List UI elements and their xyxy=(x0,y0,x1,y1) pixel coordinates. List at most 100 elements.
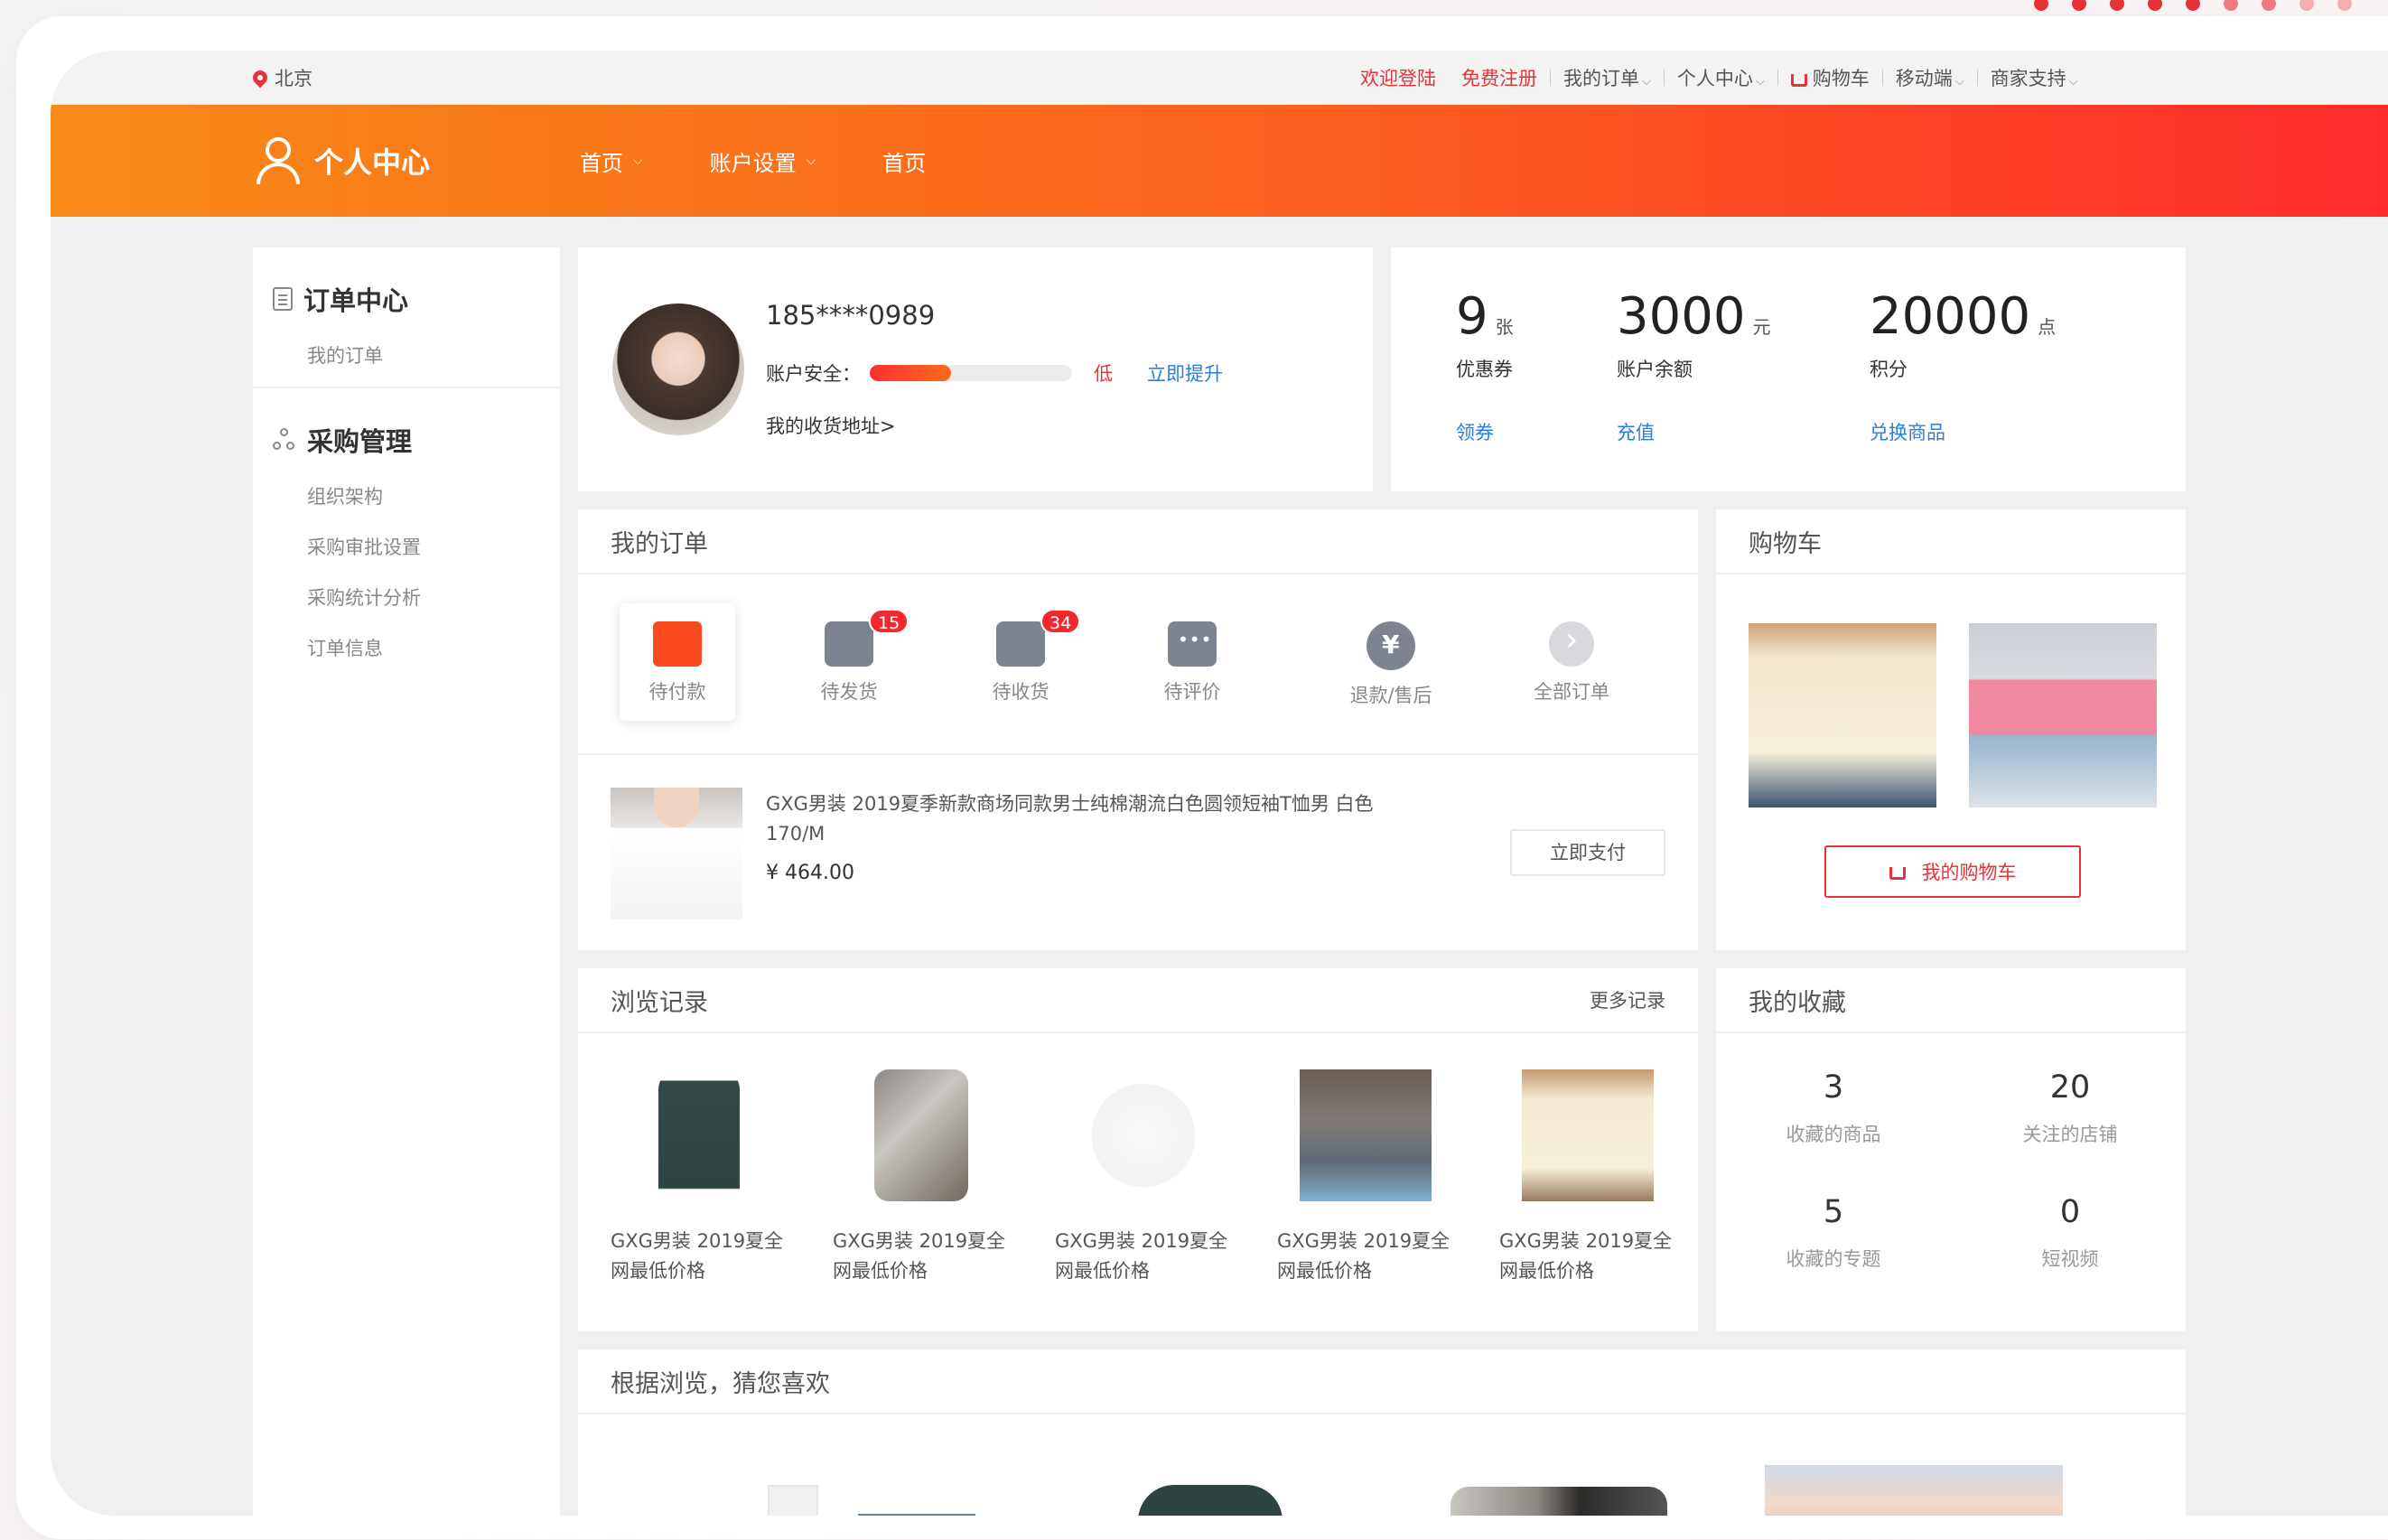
nav-home-2[interactable]: 首页 xyxy=(882,145,926,177)
fav-stores[interactable]: 20 关注的店铺 xyxy=(1980,1069,2160,1147)
recommend-product-image[interactable] xyxy=(1765,1465,2063,1516)
coupon-unit: 张 xyxy=(1495,316,1514,338)
my-cart-button[interactable]: 我的购物车 xyxy=(1824,845,2081,898)
coupon-label: 优惠券 xyxy=(1456,359,1513,380)
refund-icon xyxy=(1367,621,1415,670)
badge-count: 34 xyxy=(1040,609,1081,634)
orders-title: 我的订单 xyxy=(611,529,708,558)
recommend-product-image[interactable] xyxy=(768,1485,818,1516)
cart-title: 购物车 xyxy=(1749,529,1822,558)
product-image xyxy=(1522,1069,1654,1201)
recharge-link[interactable]: 充值 xyxy=(1617,418,1771,445)
browse-item[interactable]: GXG男装 2019夏全网最低价格 xyxy=(1055,1069,1232,1286)
security-label: 账户安全： xyxy=(766,363,861,385)
fav-videos[interactable]: 0 短视频 xyxy=(1980,1194,2160,1272)
cart-header: 购物车 xyxy=(1716,509,2186,574)
fav-label: 收藏的商品 xyxy=(1786,1124,1881,1145)
brand-title: 个人中心 xyxy=(314,145,431,180)
product-name: GXG男装 2019夏全网最低价格 xyxy=(611,1230,784,1282)
location-label: 北京 xyxy=(275,68,312,89)
favorites-header: 我的收藏 xyxy=(1716,968,2186,1033)
product-name: GXG男装 2019夏全网最低价格 xyxy=(1055,1230,1228,1282)
balance-value: 3000 xyxy=(1617,287,1746,346)
fav-products[interactable]: 3 收藏的商品 xyxy=(1743,1069,1924,1147)
fav-label: 收藏的专题 xyxy=(1786,1248,1881,1270)
upgrade-security-link[interactable]: 立即提升 xyxy=(1147,359,1223,387)
browse-item[interactable]: GXG男装 2019夏全网最低价格 xyxy=(1499,1069,1676,1286)
browse-title: 浏览记录 xyxy=(611,988,708,1017)
status-refund[interactable]: 退款/售后 xyxy=(1315,603,1467,721)
merchant-support-menu[interactable]: 商家支持 ⌵ xyxy=(1978,64,2091,91)
personal-center-menu[interactable]: 个人中心 ⌵ xyxy=(1665,64,1777,91)
chat-bubble-icon xyxy=(1168,621,1217,667)
get-coupon-link[interactable]: 领券 xyxy=(1456,418,1514,445)
cart-icon xyxy=(1889,867,1906,880)
chevron-down-icon: ⌵ xyxy=(2068,75,2078,89)
recommend-product-image[interactable] xyxy=(1451,1487,1667,1516)
product-image xyxy=(1077,1069,1209,1201)
status-label: 待评价 xyxy=(1163,681,1221,703)
pay-now-button[interactable]: 立即支付 xyxy=(1510,829,1665,876)
merchant-support-label: 商家支持 xyxy=(1990,68,2066,89)
box-icon xyxy=(825,621,873,667)
recommend-card: 根据浏览，猜您喜欢 xyxy=(578,1349,2186,1516)
browse-item[interactable]: GXG男装 2019夏全网最低价格 xyxy=(611,1069,788,1286)
brand[interactable]: 个人中心 xyxy=(255,135,580,186)
top-bar: 北京 欢迎登陆 免费注册 我的订单 ⌵ 个人中心 ⌵ 购物车 移动端 ⌵ 商家支持 ⌵ xyxy=(51,51,2388,105)
user-phone: 185****0989 xyxy=(766,300,936,331)
fav-topics[interactable]: 5 收藏的专题 xyxy=(1743,1194,1924,1272)
status-label: 待发货 xyxy=(820,681,878,703)
badge-count: 15 xyxy=(869,609,909,634)
sidebar-item-approval[interactable]: 采购审批设置 xyxy=(273,533,560,560)
cart-link[interactable]: 购物车 xyxy=(1778,64,1882,91)
status-label: 待收货 xyxy=(992,681,1049,703)
shipping-address-link[interactable]: 我的收货地址> xyxy=(766,412,896,439)
sidebar-item-order-info[interactable]: 订单信息 xyxy=(273,634,560,661)
points-value: 20000 xyxy=(1870,287,2031,346)
avatar[interactable] xyxy=(612,303,744,435)
nav-home[interactable]: 首页 ⌵ xyxy=(580,145,643,177)
more-records-link[interactable]: 更多记录 xyxy=(1590,986,1665,1013)
cart-button-label: 我的购物车 xyxy=(1921,862,2017,883)
my-orders-menu[interactable]: 我的订单 ⌵ xyxy=(1551,64,1664,91)
product-name: GXG男装 2019夏全网最低价格 xyxy=(1499,1230,1673,1282)
browse-item[interactable]: GXG男装 2019夏全网最低价格 xyxy=(833,1069,1010,1286)
status-pending-review[interactable]: 待评价 xyxy=(1134,603,1250,721)
register-link[interactable]: 免费注册 xyxy=(1449,64,1550,91)
stat-coupons: 9张 优惠券 领券 xyxy=(1456,287,1514,445)
status-pending-shipment[interactable]: 15 待发货 xyxy=(791,603,909,721)
stat-points: 20000 点 积分 兑换商品 xyxy=(1870,287,2056,445)
fav-count: 20 xyxy=(2049,1069,2091,1106)
login-link[interactable]: 欢迎登陆 xyxy=(1348,64,1449,91)
fav-count: 0 xyxy=(2059,1194,2081,1230)
status-pending-payment[interactable]: 待付款 xyxy=(620,603,735,721)
login-label: 欢迎登陆 xyxy=(1360,68,1436,89)
product-image xyxy=(874,1069,968,1201)
security-level: 低 xyxy=(1094,363,1113,385)
location-selector[interactable]: 北京 xyxy=(249,64,312,91)
product-thumbnail[interactable] xyxy=(611,788,742,919)
nav-home-2-label: 首页 xyxy=(882,150,927,176)
sidebar-title-procurement: 采购管理 xyxy=(307,426,413,457)
security-bar xyxy=(870,365,1072,381)
status-pending-receipt[interactable]: 34 待收货 xyxy=(963,603,1081,721)
personal-center-label: 个人中心 xyxy=(1676,68,1753,89)
browse-item[interactable]: GXG男装 2019夏全网最低价格 xyxy=(1277,1069,1454,1286)
sidebar-item-my-orders[interactable]: 我的订单 xyxy=(273,341,560,369)
sidebar-item-stats[interactable]: 采购统计分析 xyxy=(273,583,560,611)
recommend-product-image[interactable] xyxy=(1138,1485,1283,1516)
nav-account-settings[interactable]: 账户设置 ⌵ xyxy=(710,145,816,177)
recommend-product-image[interactable] xyxy=(858,1514,975,1516)
cart-card: 购物车 我的购物车 xyxy=(1716,509,2186,950)
redeem-link[interactable]: 兑换商品 xyxy=(1870,418,2056,445)
sidebar-item-org[interactable]: 组织架构 xyxy=(273,482,560,509)
order-product-title[interactable]: GXG男装 2019夏季新款商场同款男士纯棉潮流白色圆领短袖T恤男 白色 170… xyxy=(766,789,1380,849)
status-all-orders[interactable]: 全部订单 xyxy=(1514,603,1629,721)
sidebar-group-procurement: 采购管理 组织架构 采购审批设置 采购统计分析 订单信息 xyxy=(253,388,560,679)
cart-product-image[interactable] xyxy=(1749,623,1936,807)
balance-label: 账户余额 xyxy=(1617,359,1693,380)
main-nav: 首页 ⌵ 账户设置 ⌵ 首页 xyxy=(580,145,926,177)
chevron-down-icon: ⌵ xyxy=(1954,75,1964,89)
cart-product-image[interactable] xyxy=(1969,623,2157,807)
mobile-menu[interactable]: 移动端 ⌵ xyxy=(1883,64,1977,91)
